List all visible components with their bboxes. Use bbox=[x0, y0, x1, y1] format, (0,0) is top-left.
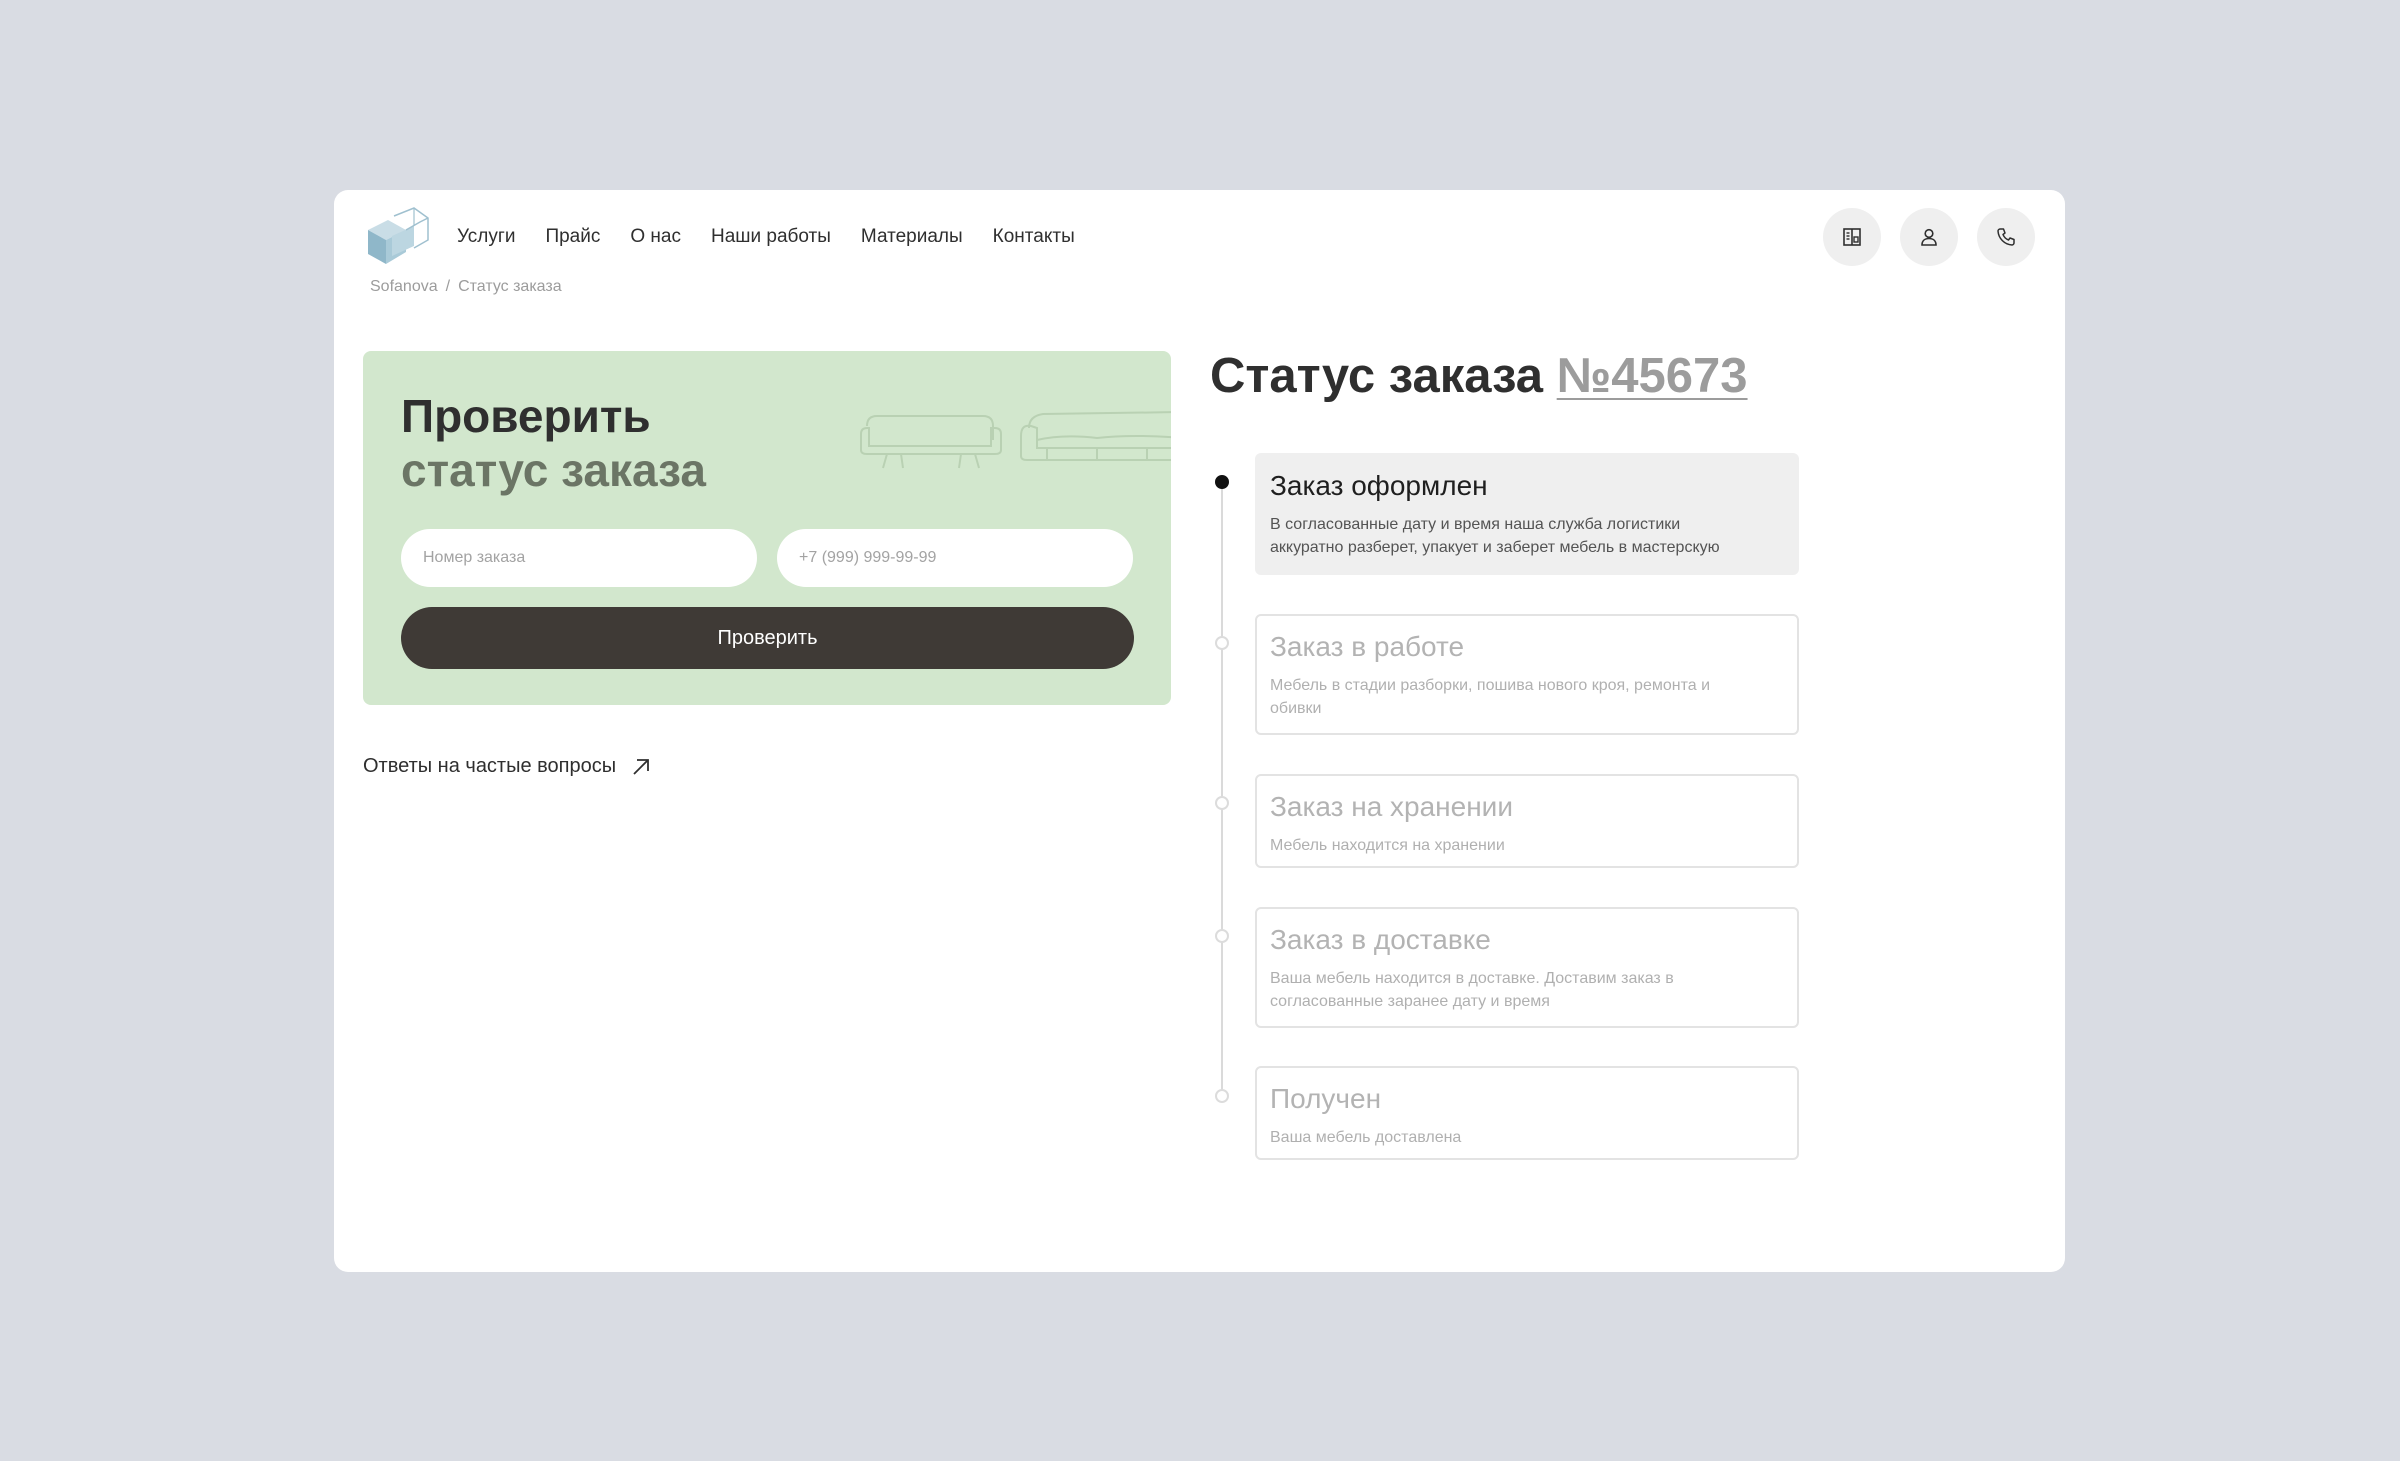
step-description: Ваша мебель доставлена bbox=[1270, 1129, 1462, 1146]
order-number[interactable]: №45673 bbox=[1557, 349, 1748, 403]
header-actions bbox=[1823, 208, 2035, 266]
status-step-in-progress: Заказ в работе Мебель в стадии разборки,… bbox=[1255, 614, 1799, 735]
check-status-title-line2: статус заказа bbox=[401, 444, 707, 496]
catalog-button[interactable] bbox=[1823, 208, 1881, 266]
timeline-line bbox=[1221, 482, 1223, 1098]
order-status-title: Статус заказа №45673 bbox=[1210, 348, 1748, 404]
nav-item-services[interactable]: Услуги bbox=[457, 226, 515, 248]
step-description: Мебель в стадии разборки, пошива нового … bbox=[1270, 677, 1710, 717]
check-status-card: Проверить статус заказа Проверить bbox=[363, 351, 1171, 705]
step-title: Заказ в доставке bbox=[1270, 924, 1491, 955]
breadcrumb-separator: / bbox=[445, 278, 451, 295]
timeline-dot bbox=[1215, 796, 1229, 810]
app-window: Услуги Прайс О нас Наши работы Материалы… bbox=[334, 190, 2065, 1272]
timeline-dot bbox=[1215, 929, 1229, 943]
nav-item-about[interactable]: О нас bbox=[630, 226, 681, 248]
step-description: В согласованные дату и время наша служба… bbox=[1270, 516, 1720, 556]
breadcrumb: Sofanova / Статус заказа bbox=[370, 278, 562, 296]
nav-item-materials[interactable]: Материалы bbox=[861, 226, 963, 248]
timeline-dot bbox=[1215, 1089, 1229, 1103]
step-title: Заказ в работе bbox=[1270, 631, 1465, 662]
account-button[interactable] bbox=[1900, 208, 1958, 266]
step-title: Заказ на хранении bbox=[1270, 791, 1513, 822]
status-step-received: Получен Ваша мебель доставлена bbox=[1255, 1066, 1799, 1160]
check-status-title-line1: Проверить bbox=[401, 390, 651, 442]
status-step-storage: Заказ на хранении Мебель находится на хр… bbox=[1255, 774, 1799, 868]
arrow-up-right-icon bbox=[633, 758, 650, 775]
step-description: Ваша мебель находится в доставке. Достав… bbox=[1270, 970, 1674, 1010]
logo-mark bbox=[368, 207, 429, 264]
breadcrumb-current: Статус заказа bbox=[458, 278, 562, 295]
logo[interactable] bbox=[362, 206, 432, 270]
faq-link-label: Ответы на частые вопросы bbox=[363, 755, 617, 777]
sofa-illustration bbox=[860, 411, 1171, 469]
step-title: Заказ оформлен bbox=[1270, 470, 1488, 501]
step-description: Мебель находится на хранении bbox=[1270, 837, 1505, 854]
call-button[interactable] bbox=[1977, 208, 2035, 266]
main-nav: Услуги Прайс О нас Наши работы Материалы… bbox=[457, 226, 1075, 248]
status-step-created: Заказ оформлен В согласованные дату и вр… bbox=[1255, 453, 1799, 575]
step-title: Получен bbox=[1270, 1083, 1382, 1114]
order-status-title-prefix: Статус заказа bbox=[1210, 349, 1544, 403]
user-icon bbox=[1921, 228, 1937, 246]
timeline-dot bbox=[1215, 636, 1229, 650]
catalog-icon bbox=[1843, 228, 1861, 246]
nav-item-price[interactable]: Прайс bbox=[545, 226, 600, 248]
phone-input[interactable] bbox=[777, 529, 1133, 587]
check-status-title: Проверить статус заказа bbox=[401, 389, 706, 497]
status-step-delivery: Заказ в доставке Ваша мебель находится в… bbox=[1255, 907, 1799, 1028]
order-number-input[interactable] bbox=[401, 529, 757, 587]
breadcrumb-home[interactable]: Sofanova bbox=[370, 278, 438, 296]
nav-item-works[interactable]: Наши работы bbox=[711, 226, 831, 248]
faq-link[interactable]: Ответы на частые вопросы bbox=[363, 755, 652, 778]
nav-item-contacts[interactable]: Контакты bbox=[993, 226, 1075, 248]
timeline-dot bbox=[1215, 475, 1229, 489]
phone-icon bbox=[1997, 228, 2015, 246]
check-status-button[interactable]: Проверить bbox=[401, 607, 1134, 669]
